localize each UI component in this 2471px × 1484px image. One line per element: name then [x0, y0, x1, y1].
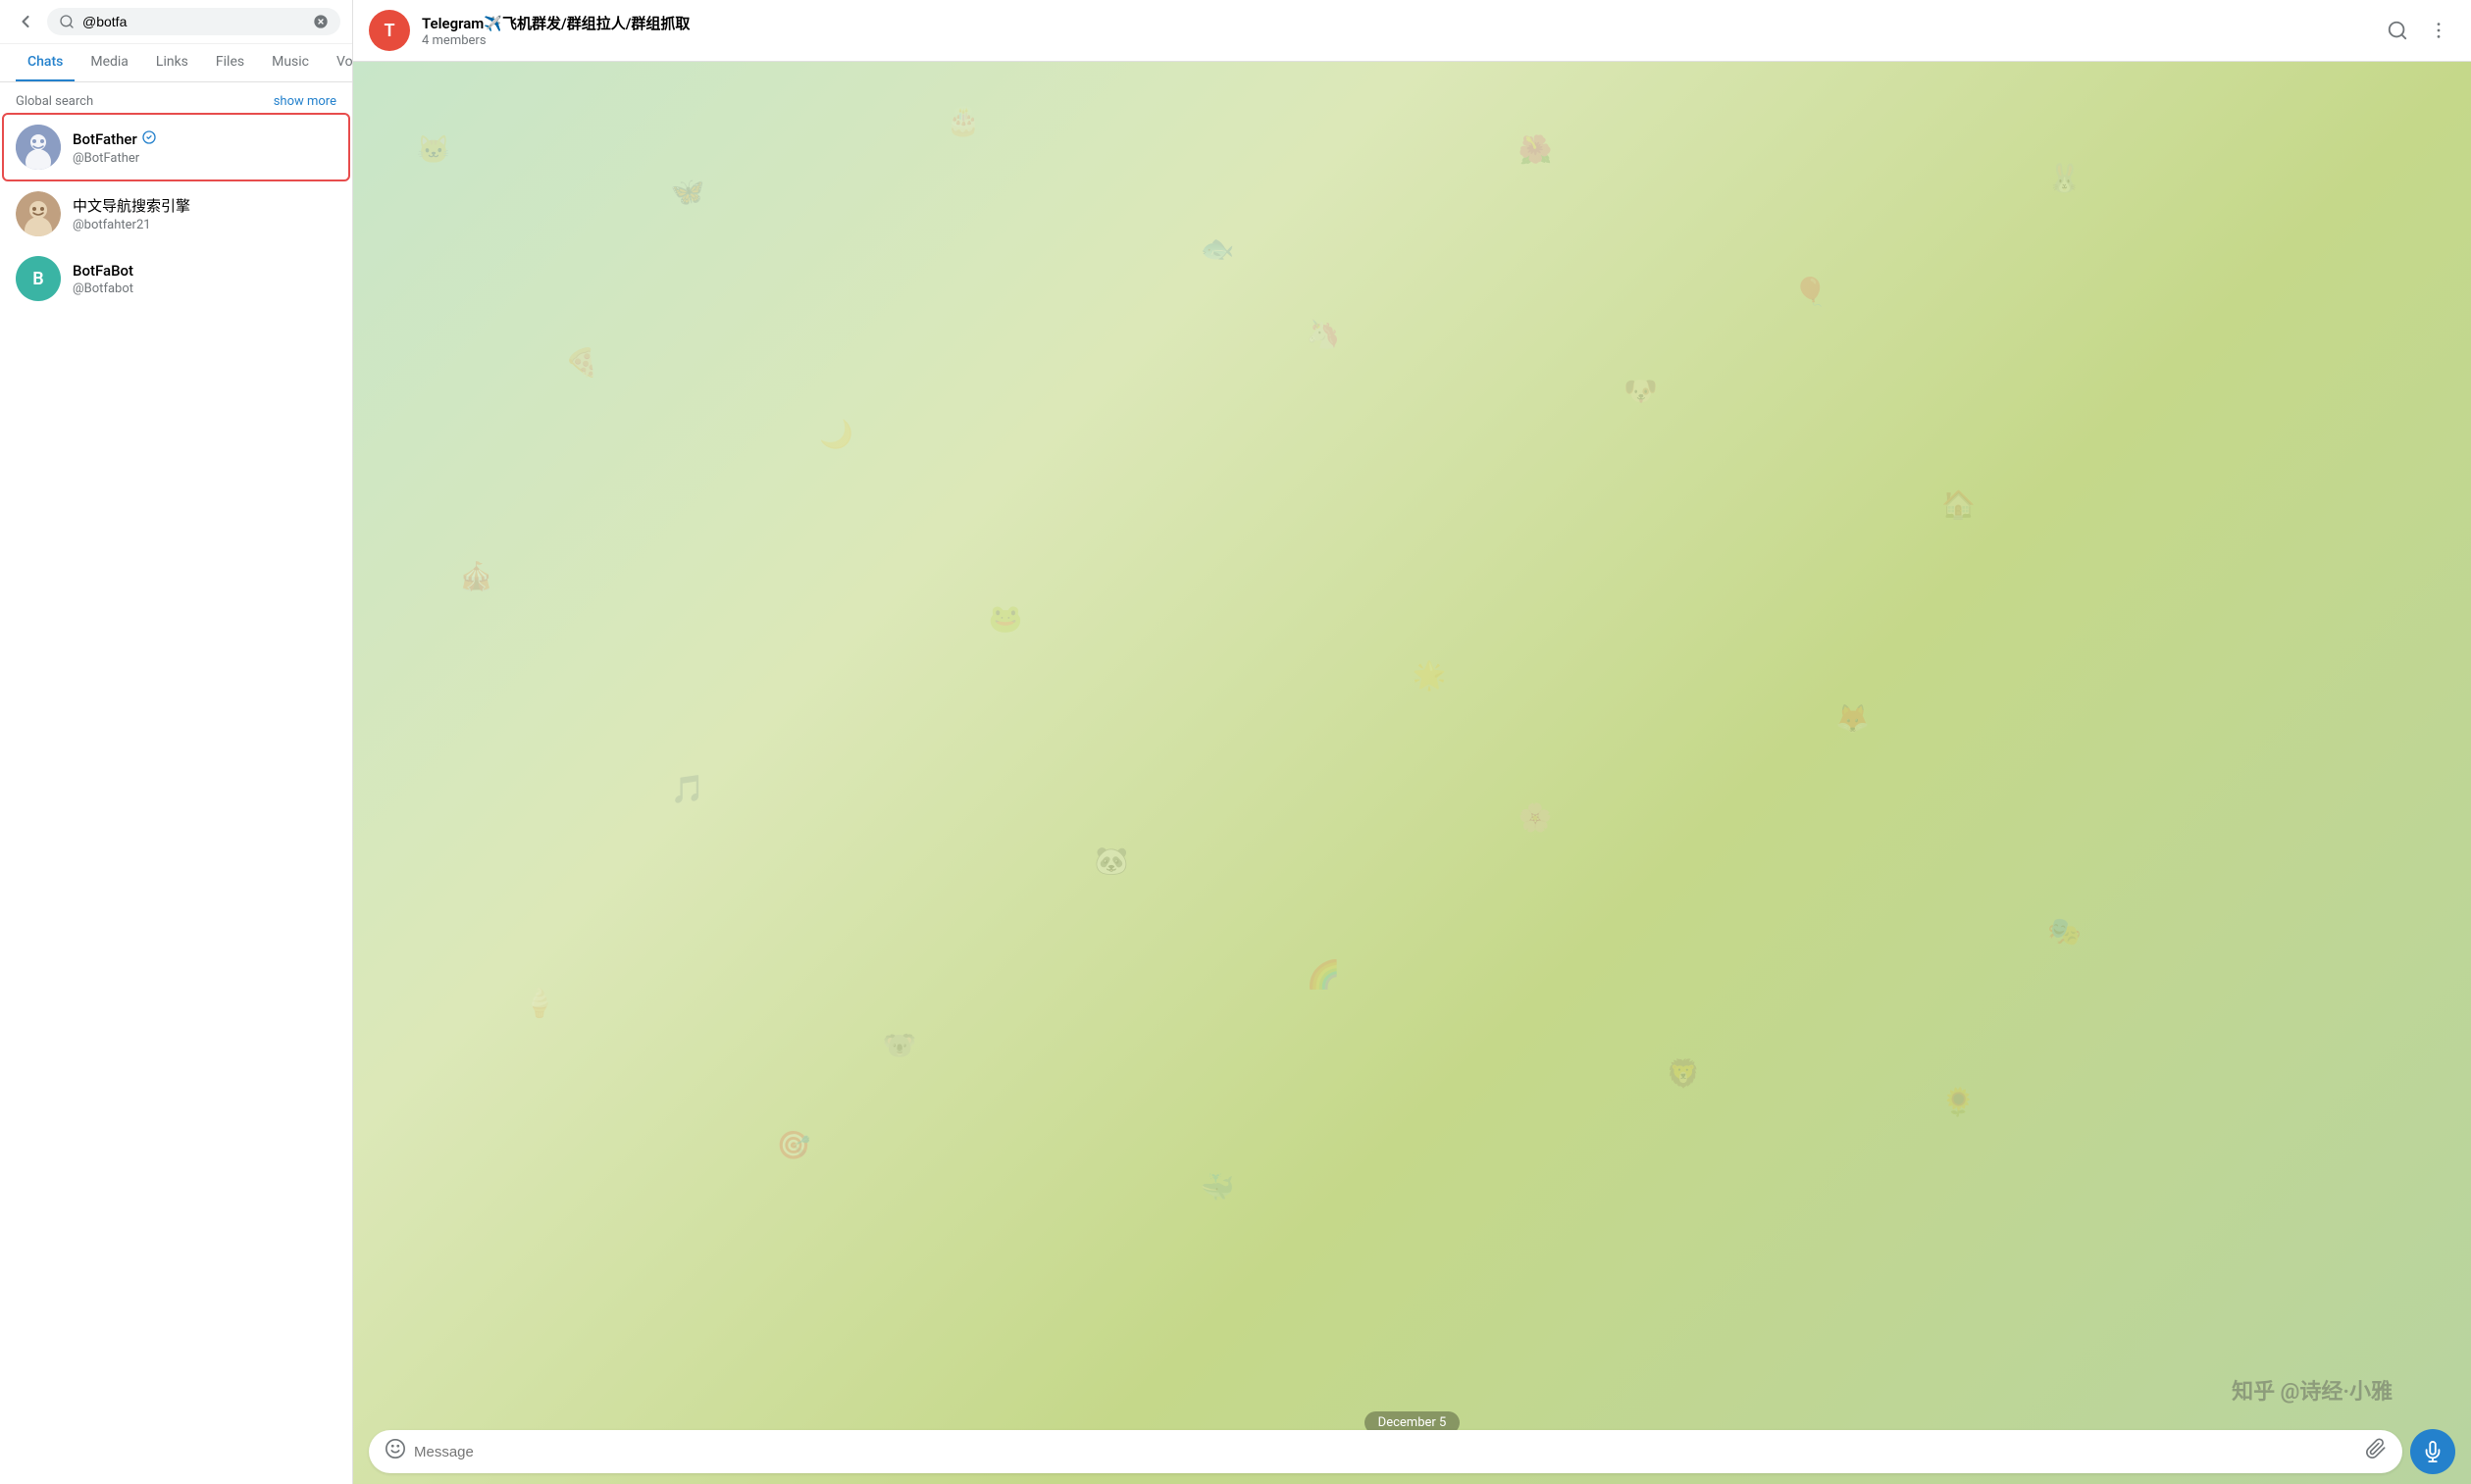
- result-info-botfabot: BotFaBot @Botfabot: [73, 262, 336, 296]
- more-options-button[interactable]: [2422, 14, 2455, 47]
- message-input-bar: [353, 1419, 2471, 1484]
- chat-title: Telegram✈️飞机群发/群组拉人/群组抓取: [422, 13, 2369, 33]
- tab-music[interactable]: Music: [260, 44, 321, 81]
- search-result-botfabot[interactable]: B BotFaBot @Botfabot: [0, 246, 352, 311]
- tab-media[interactable]: Media: [78, 44, 140, 81]
- chat-info: Telegram✈️飞机群发/群组拉人/群组抓取 4 members: [422, 13, 2369, 48]
- chat-avatar: T: [369, 10, 410, 51]
- watermark: 知乎 @诗经·小雅: [2232, 1374, 2393, 1406]
- chat-subtitle: 4 members: [422, 33, 2369, 48]
- message-input[interactable]: [414, 1444, 2357, 1460]
- verified-icon: [141, 129, 157, 149]
- result-name-botfather: BotFather: [73, 129, 336, 149]
- left-panel: @botfa Chats Media Links Files Music Voi…: [0, 0, 353, 1484]
- global-search-section: Global search show more: [0, 82, 352, 113]
- right-panel: T Telegram✈️飞机群发/群组拉人/群组抓取 4 members 🐱: [353, 0, 2471, 1484]
- result-info-chinese: 中文导航搜索引擎 @botfahter21: [73, 195, 336, 232]
- chat-header-actions: [2381, 14, 2455, 47]
- result-name-botfabot: BotFaBot: [73, 262, 336, 280]
- chat-background: 🐱 🦋 🎂 🐟 🌺 🎈 🐰 🍕 🌙 🦄 🐶 🏠 🎪 🐸 🌟 🦊 🎵 🐼 🌸 🎭 …: [353, 62, 2471, 1484]
- result-info-botfather: BotFather @BotFather: [73, 129, 336, 166]
- back-button[interactable]: [12, 8, 39, 35]
- result-username-botfather: @BotFather: [73, 151, 336, 166]
- tab-chats[interactable]: Chats: [16, 44, 75, 81]
- search-input-wrapper: @botfa: [47, 8, 340, 35]
- voice-button[interactable]: [2410, 1429, 2455, 1474]
- tab-files[interactable]: Files: [204, 44, 256, 81]
- avatar-botfather: [16, 125, 61, 170]
- attach-button[interactable]: [2365, 1438, 2387, 1465]
- search-result-chinese[interactable]: 中文导航搜索引擎 @botfahter21: [0, 181, 352, 246]
- global-search-label: Global search: [16, 94, 93, 109]
- result-username-chinese: @botfahter21: [73, 218, 336, 232]
- result-name-chinese: 中文导航搜索引擎: [73, 195, 336, 216]
- search-result-botfather[interactable]: BotFather @BotFather: [4, 115, 348, 179]
- message-input-wrapper: [369, 1430, 2402, 1473]
- tabs-bar: Chats Media Links Files Music Voice: [0, 44, 352, 82]
- result-username-botfabot: @Botfabot: [73, 281, 336, 296]
- avatar-chinese: [16, 191, 61, 236]
- search-bar: @botfa: [0, 0, 352, 44]
- search-chat-button[interactable]: [2381, 14, 2414, 47]
- avatar-botfabot: B: [16, 256, 61, 301]
- search-icon: [59, 14, 75, 29]
- search-input[interactable]: @botfa: [82, 14, 305, 29]
- chat-header: T Telegram✈️飞机群发/群组拉人/群组抓取 4 members: [353, 0, 2471, 62]
- chat-bg-doodles: 🐱 🦋 🎂 🐟 🌺 🎈 🐰 🍕 🌙 🦄 🐶 🏠 🎪 🐸 🌟 🦊 🎵 🐼 🌸 🎭 …: [353, 62, 2471, 1484]
- show-more-link[interactable]: show more: [274, 94, 336, 109]
- tab-links[interactable]: Links: [144, 44, 200, 81]
- clear-search-button[interactable]: [313, 14, 329, 29]
- emoji-button[interactable]: [385, 1438, 406, 1465]
